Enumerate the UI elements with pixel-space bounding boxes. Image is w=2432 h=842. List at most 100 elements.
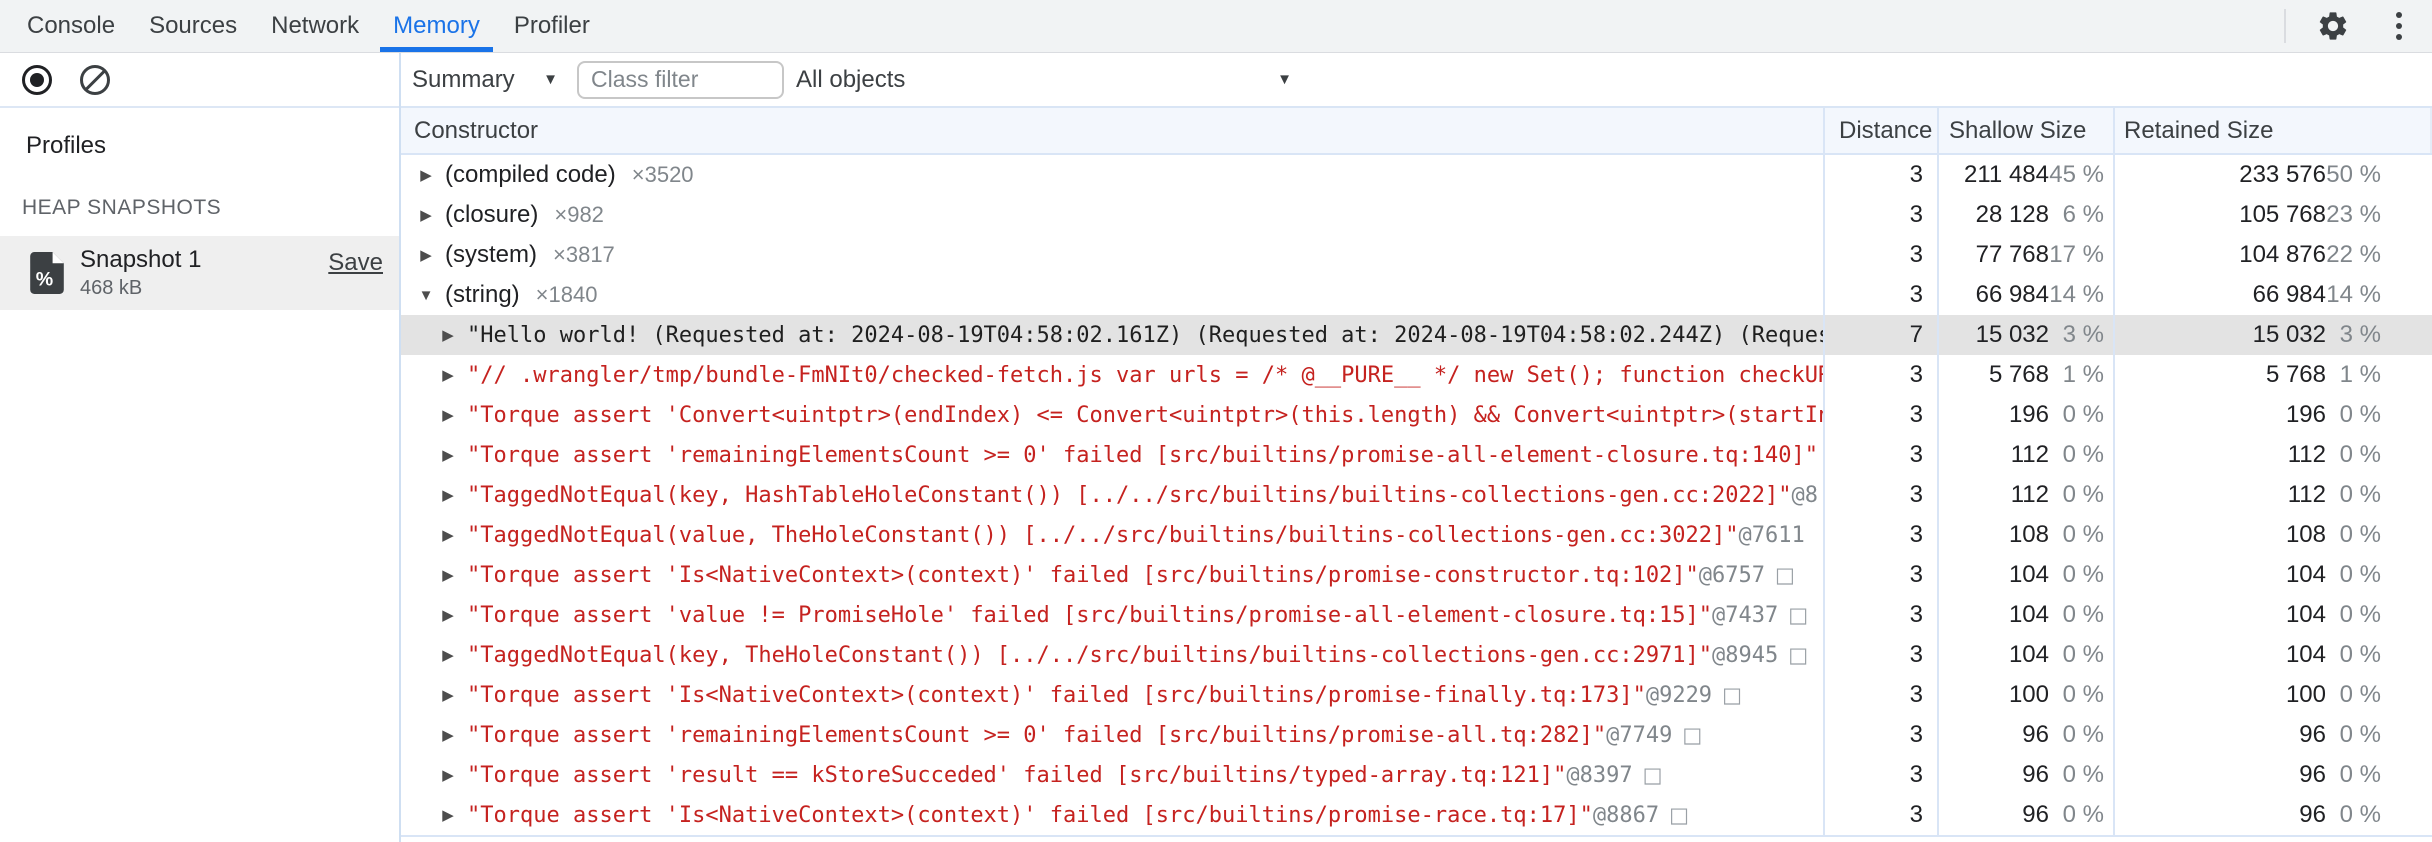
perspective-select[interactable]: Summary ▼ (412, 66, 564, 94)
save-snapshot-link[interactable]: Save (328, 249, 383, 277)
reveal-box-icon[interactable]: □ (1682, 723, 1702, 747)
distance-cell: 3 (1823, 395, 1937, 435)
retained-size-cell: 104 0 % (2113, 555, 2432, 595)
sidebar-item-snapshot-1[interactable]: % Snapshot 1 468 kB Save (0, 236, 399, 310)
table-row[interactable]: ▶ "// .wrangler/tmp/bundle-FmNIt0/checked… (401, 355, 2432, 395)
tab-console[interactable]: Console (10, 0, 132, 52)
object-id: @6757 (1698, 562, 1766, 588)
shallow-size-cell: 96 0 % (1937, 795, 2113, 835)
tab-network[interactable]: Network (254, 0, 376, 52)
expanded-arrow-icon[interactable]: ▼ (417, 287, 435, 304)
collapsed-arrow-icon[interactable]: ▶ (439, 606, 457, 624)
distance-cell: 3 (1823, 355, 1937, 395)
tab-profiler[interactable]: Profiler (497, 0, 607, 52)
shallow-percent: 3 % (2062, 321, 2104, 348)
retained-percent: 0 % (2339, 401, 2381, 428)
constructor-cell: ▶ "TaggedNotEqual(value, TheHoleConstant(… (401, 515, 1823, 555)
shallow-value: 104 (2008, 641, 2049, 668)
reveal-box-icon[interactable]: □ (1788, 603, 1808, 627)
shallow-percent: 0 % (2062, 601, 2104, 628)
table-row[interactable]: ▶ "Torque assert 'result == kStoreSuccede… (401, 755, 2432, 795)
table-row[interactable]: ▶ "Hello world! (Requested at: 2024-08-19… (401, 315, 2432, 355)
column-header-shallow-size[interactable]: Shallow Size (1937, 108, 2113, 153)
shallow-value: 211 484 (1964, 161, 2049, 188)
more-vertical-icon[interactable] (2392, 8, 2406, 44)
reveal-box-icon[interactable]: □ (1722, 683, 1742, 707)
retained-size-cell: 104 876 22 % (2113, 235, 2432, 275)
retained-percent: 0 % (2339, 561, 2381, 588)
table-row[interactable]: ▼ (string) ×1840 3 66 984 14 % 66 984 14 % (401, 275, 2432, 315)
table-row[interactable]: ▶ "Torque assert 'Is<NativeContext>(conte… (401, 675, 2432, 715)
reveal-box-icon[interactable]: □ (1643, 763, 1663, 787)
collapsed-arrow-icon[interactable]: ▶ (439, 326, 457, 344)
shallow-value: 96 (2022, 761, 2049, 788)
snapshot-size: 468 kB (80, 277, 143, 299)
table-row[interactable]: ▶ "Torque assert 'value != PromiseHole' f… (401, 595, 2432, 635)
settings-gear-icon[interactable] (2316, 9, 2350, 43)
collapsed-arrow-icon[interactable]: ▶ (439, 806, 457, 824)
retained-value: 104 (2285, 561, 2326, 588)
tab-sources[interactable]: Sources (132, 0, 254, 52)
shallow-percent: 0 % (2062, 761, 2104, 788)
shallow-percent: 45 % (2049, 161, 2104, 188)
collapsed-arrow-icon[interactable]: ▶ (417, 246, 435, 264)
shallow-size-cell: 104 0 % (1937, 555, 2113, 595)
object-filter-value: All objects (796, 65, 906, 93)
table-row[interactable]: ▶ (system) ×3817 3 77 768 17 % 104 876 22 % (401, 235, 2432, 275)
table-row[interactable]: ▶ (closure) ×982 3 28 128 6 % 105 768 23 % (401, 195, 2432, 235)
shallow-percent: 0 % (2062, 521, 2104, 548)
collapsed-arrow-icon[interactable]: ▶ (439, 446, 457, 464)
retained-value: 104 (2285, 641, 2326, 668)
table-row[interactable]: ▶ "TaggedNotEqual(key, TheHoleConstant())… (401, 635, 2432, 675)
distance-cell: 3 (1823, 155, 1937, 195)
collapsed-arrow-icon[interactable]: ▶ (439, 646, 457, 664)
retained-size-cell: 104 0 % (2113, 635, 2432, 675)
object-id: @7437 (1712, 602, 1779, 628)
shallow-value: 112 (2010, 481, 2049, 508)
retained-value: 105 768 (2239, 201, 2326, 228)
column-header-retained-size[interactable]: Retained Size (2113, 108, 2432, 153)
table-row[interactable]: ▶ "Torque assert 'Is<NativeContext>(conte… (401, 795, 2432, 835)
table-row[interactable]: ▶ "Torque assert 'Is<NativeContext>(conte… (401, 555, 2432, 595)
collapsed-arrow-icon[interactable]: ▶ (417, 166, 435, 184)
table-row[interactable]: ▶ "Torque assert 'remainingElementsCount … (401, 715, 2432, 755)
record-icon[interactable] (22, 64, 52, 95)
group-name: (compiled code) (445, 161, 616, 188)
collapsed-arrow-icon[interactable]: ▶ (439, 526, 457, 544)
object-filter-select[interactable]: All objects ▼ (796, 66, 1298, 94)
distance-cell: 3 (1823, 195, 1937, 235)
snapshot-name: Snapshot 1 (80, 246, 202, 273)
collapsed-arrow-icon[interactable]: ▶ (439, 726, 457, 744)
reveal-box-icon[interactable]: □ (1775, 563, 1795, 587)
collapsed-arrow-icon[interactable]: ▶ (439, 366, 457, 384)
chevron-down-icon: ▼ (543, 71, 558, 88)
shallow-value: 100 (2008, 681, 2049, 708)
table-row[interactable]: ▶ "Torque assert 'Convert<uintptr>(endInd… (401, 395, 2432, 435)
retained-value: 96 (2299, 801, 2326, 828)
retained-value: 100 (2285, 681, 2326, 708)
collapsed-arrow-icon[interactable]: ▶ (417, 206, 435, 224)
table-row[interactable]: ▶ "TaggedNotEqual(key, HashTableHoleConst… (401, 475, 2432, 515)
column-header-constructor[interactable]: Constructor (401, 108, 1823, 153)
collapsed-arrow-icon[interactable]: ▶ (439, 486, 457, 504)
class-filter-input[interactable] (577, 60, 784, 99)
retained-percent: 14 % (2326, 281, 2381, 308)
table-row[interactable]: ▶ (compiled code) ×3520 3 211 484 45 % 233 576… (401, 155, 2432, 195)
shallow-size-cell: 211 484 45 % (1937, 155, 2113, 195)
constructor-cell: ▶ "TaggedNotEqual(key, HashTableHoleConst… (401, 475, 1823, 515)
retained-value: 66 984 (2252, 281, 2326, 308)
table-row[interactable]: ▶ "Torque assert 'remainingElementsCount … (401, 435, 2432, 475)
svg-text:%: % (36, 269, 53, 291)
tab-memory[interactable]: Memory (376, 0, 497, 52)
group-name: (string) (445, 281, 520, 308)
table-row[interactable]: ▶ "TaggedNotEqual(value, TheHoleConstant(… (401, 515, 2432, 555)
reveal-box-icon[interactable]: □ (1788, 643, 1808, 667)
block-icon[interactable] (80, 64, 110, 95)
reveal-box-icon[interactable]: □ (1669, 803, 1689, 827)
collapsed-arrow-icon[interactable]: ▶ (439, 766, 457, 784)
collapsed-arrow-icon[interactable]: ▶ (439, 566, 457, 584)
constructor-cell: ▶ "Torque assert 'Convert<uintptr>(endInd… (401, 395, 1823, 435)
collapsed-arrow-icon[interactable]: ▶ (439, 686, 457, 704)
column-header-distance[interactable]: Distance (1823, 108, 1937, 153)
collapsed-arrow-icon[interactable]: ▶ (439, 406, 457, 424)
